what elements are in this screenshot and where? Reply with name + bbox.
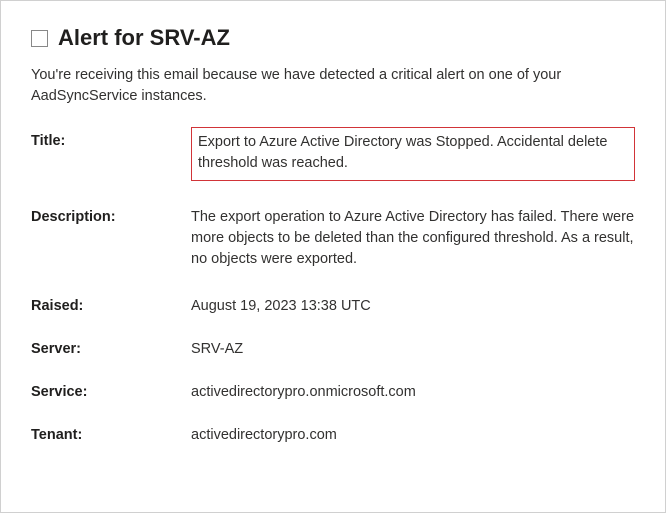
label-server: Server: [31,339,191,359]
row-service: Service: activedirectorypro.onmicrosoft.… [31,382,635,403]
alert-card: Alert for SRV-AZ You're receiving this e… [0,0,666,513]
checkbox-icon[interactable] [31,30,48,47]
value-server: SRV-AZ [191,339,635,360]
alert-title: Alert for SRV-AZ [58,25,230,51]
label-description: Description: [31,207,191,227]
value-title: Export to Azure Active Directory was Sto… [191,127,635,181]
intro-text: You're receiving this email because we h… [31,65,635,107]
value-description: The export operation to Azure Active Dir… [191,207,635,270]
row-description: Description: The export operation to Azu… [31,207,635,270]
value-raised: August 19, 2023 13:38 UTC [191,296,635,317]
label-title: Title: [31,131,191,151]
alert-header: Alert for SRV-AZ [31,25,635,51]
label-service: Service: [31,382,191,402]
row-raised: Raised: August 19, 2023 13:38 UTC [31,296,635,317]
value-service: activedirectorypro.onmicrosoft.com [191,382,635,403]
label-tenant: Tenant: [31,425,191,445]
value-tenant: activedirectorypro.com [191,425,635,446]
row-tenant: Tenant: activedirectorypro.com [31,425,635,446]
row-title: Title: Export to Azure Active Directory … [31,131,635,181]
label-raised: Raised: [31,296,191,316]
row-server: Server: SRV-AZ [31,339,635,360]
